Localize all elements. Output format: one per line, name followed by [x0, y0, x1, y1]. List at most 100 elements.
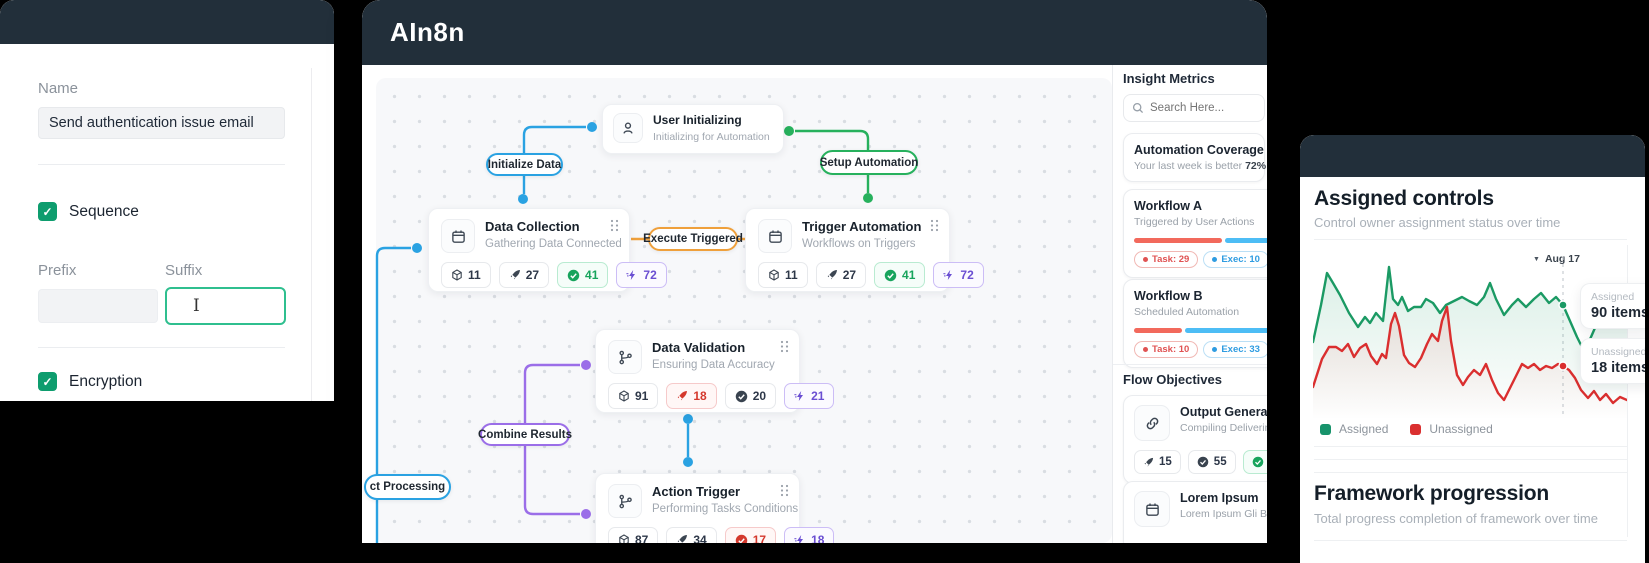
- card-workflow-a[interactable]: Workflow A Triggered by User Actions Tas…: [1123, 189, 1267, 278]
- bolt-icon: [794, 390, 806, 402]
- node-trigger-automation[interactable]: Trigger Automation Workflows on Triggers…: [745, 208, 950, 292]
- node-action-trigger[interactable]: Action Trigger Performing Tasks Conditio…: [595, 473, 800, 543]
- name-label: Name: [38, 80, 78, 97]
- divider: [1314, 239, 1627, 240]
- cube-icon: [768, 269, 780, 281]
- progress-bar: [1134, 328, 1267, 333]
- stat-badge: 27: [816, 262, 866, 288]
- assigned-controls-chart: [1313, 247, 1627, 420]
- node-data-collection[interactable]: Data Collection Gathering Data Connected…: [428, 208, 630, 292]
- pill-setup-automation[interactable]: Setup Automation: [820, 150, 918, 175]
- coverage-value: 72%: [1245, 160, 1266, 172]
- form-panel-body: Name ✓ Sequence Prefix Suffix ✓ Encrypti…: [0, 44, 334, 401]
- bolt-icon: [943, 269, 955, 281]
- card-subtitle: Lorem Ipsum Gli Bel: [1180, 508, 1267, 520]
- pill-execute-triggered[interactable]: Execute Triggered: [648, 227, 738, 251]
- framework-progression-subtitle: Total progress completion of framework o…: [1314, 511, 1598, 526]
- legend-assigned: Assigned: [1320, 422, 1388, 436]
- node-user-initializing[interactable]: User Initializing Initializing for Autom…: [602, 104, 784, 154]
- encryption-row[interactable]: ✓ Encryption: [38, 372, 142, 391]
- node-subtitle: Workflows on Triggers: [802, 238, 921, 250]
- legend-unassigned: Unassigned: [1410, 422, 1492, 436]
- node-data-validation[interactable]: Data Validation Ensuring Data Accuracy 9…: [595, 329, 800, 413]
- branch-icon: [608, 340, 642, 374]
- card-subtitle: Compiling Delivering G: [1180, 422, 1267, 434]
- drag-handle-icon[interactable]: [610, 219, 619, 237]
- divider: [1314, 446, 1627, 447]
- stat-badge: 20: [725, 383, 776, 409]
- card-automation-coverage[interactable]: Automation Coverage Your last week is be…: [1123, 133, 1265, 182]
- analytics-panel: Assigned controls Control owner assignme…: [1300, 135, 1645, 563]
- tooltip-value: 18 items: [1591, 360, 1645, 376]
- sequence-label: Sequence: [69, 203, 139, 221]
- insight-sidebar: Insight Metrics Automation Coverage Your…: [1112, 65, 1267, 543]
- check-circle-icon: [884, 269, 897, 282]
- stat-badge: 72: [616, 262, 666, 288]
- stat-badge: 87: [608, 527, 658, 543]
- pill-ct-processing[interactable]: ct Processing: [364, 474, 451, 500]
- check-circle-icon: [735, 534, 748, 544]
- task-badge: Task: 10: [1134, 341, 1198, 358]
- bolt-icon: [794, 534, 806, 543]
- node-title: Data Validation: [652, 340, 775, 356]
- node-subtitle: Ensuring Data Accuracy: [652, 359, 775, 371]
- divider: [38, 164, 285, 165]
- card-subtitle: Your last week is better 72%: [1134, 160, 1254, 172]
- card-title: Workflow A: [1134, 199, 1267, 213]
- card-title: Lorem Ipsum: [1180, 491, 1267, 505]
- node-subtitle: Performing Tasks Conditions: [652, 503, 798, 515]
- stat-badge: 18: [666, 383, 716, 409]
- divider: [38, 347, 285, 348]
- suffix-input-focused[interactable]: [165, 287, 286, 325]
- rocket-icon: [509, 269, 521, 281]
- form-panel-header: [0, 0, 334, 44]
- pill-combine-results[interactable]: Combine Results: [480, 423, 570, 446]
- pill-initialize-data[interactable]: Initialize Data: [486, 153, 563, 176]
- search-input[interactable]: [1150, 102, 1250, 114]
- branch-icon: [608, 484, 642, 518]
- tooltip-assigned: Assigned 90 items: [1580, 283, 1645, 329]
- node-subtitle: Gathering Data Connected: [485, 238, 622, 250]
- app-title: AIn8n: [390, 17, 465, 48]
- prefix-label: Prefix: [38, 262, 76, 279]
- stat-badge: 11: [441, 262, 491, 288]
- sidebar-title: Insight Metrics: [1123, 71, 1215, 86]
- sequence-row[interactable]: ✓ Sequence: [38, 202, 139, 221]
- stat-badge: 11: [758, 262, 808, 288]
- assigned-controls-title: Assigned controls: [1314, 187, 1494, 211]
- search-icon: [1132, 102, 1144, 114]
- legend-swatch-unassigned: [1410, 424, 1421, 435]
- task-badge: Task: 29: [1134, 251, 1198, 268]
- assigned-marker-dot: [1559, 301, 1567, 309]
- suffix-label: Suffix: [165, 262, 202, 279]
- sequence-checkbox-checked[interactable]: ✓: [38, 202, 57, 221]
- workflow-app-panel: AIn8n: [362, 0, 1267, 543]
- prefix-input[interactable]: [38, 289, 158, 323]
- exec-badge: Exec: 33: [1203, 341, 1267, 358]
- encryption-checkbox-checked[interactable]: ✓: [38, 372, 57, 391]
- assigned-controls-subtitle: Control owner assignment status over tim…: [1314, 215, 1560, 230]
- framework-progression-title: Framework progression: [1314, 482, 1549, 506]
- card-subtitle: Scheduled Automation: [1134, 306, 1267, 318]
- stat-badge: 21: [784, 383, 834, 409]
- tooltip-unassigned: Unassigned 18 items: [1580, 338, 1645, 384]
- bolt-icon: [626, 269, 638, 281]
- check-circle-icon: [567, 269, 580, 282]
- check-circle-icon: [1252, 456, 1264, 468]
- drag-handle-icon[interactable]: [780, 484, 789, 502]
- node-subtitle: Initializing for Automation: [653, 131, 770, 143]
- check-circle-icon: [1197, 456, 1209, 468]
- rocket-icon: [826, 269, 838, 281]
- stat-badge: 27: [499, 262, 549, 288]
- search-box[interactable]: [1123, 94, 1265, 122]
- card-lorem-ipsum[interactable]: Lorem Ipsum Lorem Ipsum Gli Bel: [1123, 481, 1267, 543]
- drag-handle-icon[interactable]: [780, 340, 789, 358]
- card-output-generation[interactable]: Output Generation Compiling Delivering G…: [1123, 395, 1267, 484]
- drag-handle-icon[interactable]: [930, 219, 939, 237]
- check-circle-icon: [735, 390, 748, 403]
- calendar-icon: [758, 219, 792, 253]
- node-title: Trigger Automation: [802, 219, 921, 235]
- card-workflow-b[interactable]: Workflow B Scheduled Automation Task: 10…: [1123, 279, 1267, 368]
- divider: [1314, 540, 1627, 541]
- name-input[interactable]: [38, 107, 285, 139]
